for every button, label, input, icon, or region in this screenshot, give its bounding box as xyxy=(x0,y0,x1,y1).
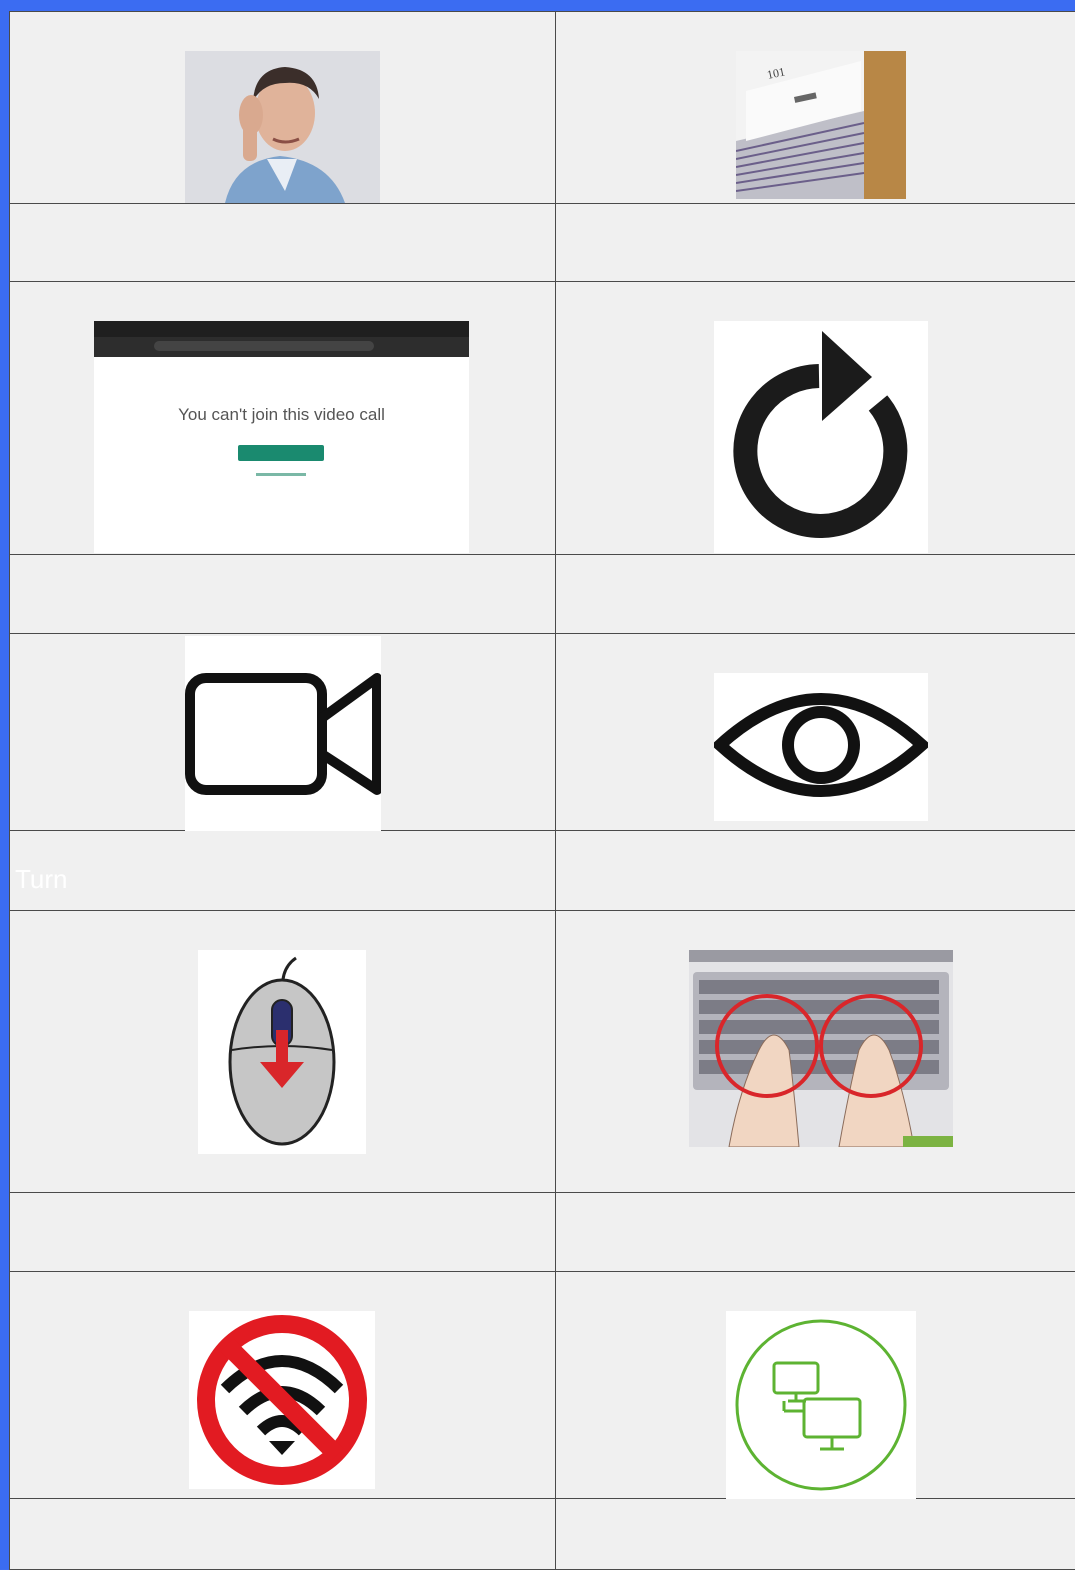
image-cell-1 xyxy=(10,12,556,204)
image-cell-10 xyxy=(556,1272,1075,1499)
video-camera-icon xyxy=(185,636,381,831)
person-listening-photo xyxy=(185,51,380,203)
video-call-error-screenshot: You can't join this video call xyxy=(94,321,469,553)
window-frame: 101 You can't join this video call Turn xyxy=(0,0,1075,1570)
image-cell-4 xyxy=(556,282,1075,555)
image-cell-9 xyxy=(10,1272,556,1499)
label-cell-7[interactable] xyxy=(10,1193,556,1272)
label-cell-1[interactable] xyxy=(10,204,556,282)
return-to-home-button xyxy=(238,445,324,461)
stray-label-turn: Turn xyxy=(15,864,68,894)
image-cell-2: 101 xyxy=(556,12,1075,204)
browser-tabstrip xyxy=(94,321,469,337)
flashcard-table: 101 You can't join this video call xyxy=(9,11,1075,1570)
typing-keyboard-photo xyxy=(689,950,953,1147)
network-computers-icon xyxy=(726,1311,916,1499)
label-cell-3[interactable] xyxy=(10,555,556,634)
label-cell-6[interactable] xyxy=(556,831,1075,911)
label-cell-5[interactable] xyxy=(10,831,556,911)
video-call-error-message: You can't join this video call xyxy=(178,405,385,424)
image-cell-7 xyxy=(10,911,556,1193)
browser-address-bar xyxy=(154,341,374,351)
label-cell-9[interactable] xyxy=(10,1499,556,1570)
no-wifi-icon xyxy=(189,1311,375,1489)
image-cell-5 xyxy=(10,634,556,831)
image-cell-6 xyxy=(556,634,1075,831)
image-cell-3: You can't join this video call xyxy=(10,282,556,555)
label-cell-2[interactable] xyxy=(556,204,1075,282)
refresh-arrow-icon xyxy=(714,321,928,553)
feedback-link xyxy=(256,473,306,476)
label-cell-4[interactable] xyxy=(556,555,1075,634)
image-cell-8 xyxy=(556,911,1075,1193)
label-cell-8[interactable] xyxy=(556,1193,1075,1272)
label-cell-10[interactable] xyxy=(556,1499,1075,1570)
eye-icon xyxy=(714,673,928,821)
book-pages-101-photo: 101 xyxy=(736,51,906,199)
mouse-scroll-down-icon xyxy=(198,950,366,1154)
